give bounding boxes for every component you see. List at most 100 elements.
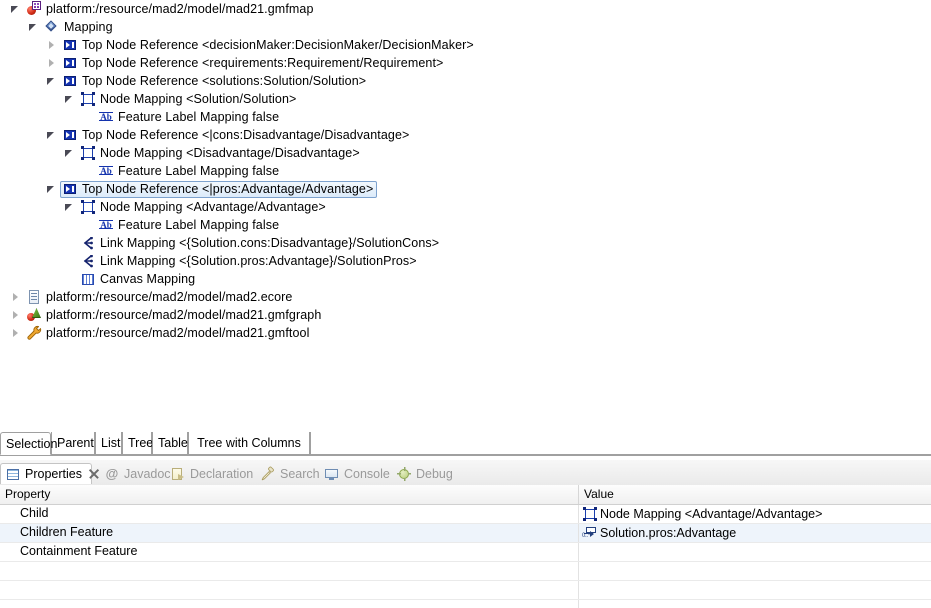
- canvas-mapping-icon: [80, 271, 96, 287]
- top-node-reference-icon: [62, 73, 78, 89]
- tree-item[interactable]: Link Mapping <{Solution.pros:Advantage}/…: [0, 252, 931, 270]
- tree-item-content[interactable]: Canvas Mapping: [78, 271, 199, 288]
- properties-tab-bar[interactable]: Properties @ Javadoc Declaration Search Conso…: [0, 460, 931, 486]
- tree-item-content[interactable]: Link Mapping <{Solution.cons:Disadvantag…: [78, 235, 443, 252]
- view-tab-bar[interactable]: Selection Parent List Tree Table Tree with Co…: [0, 432, 931, 456]
- property-value-cell[interactable]: [579, 562, 931, 580]
- tree-expand-toggle[interactable]: [62, 90, 78, 108]
- tree-expand-toggle[interactable]: [44, 36, 60, 54]
- tree-item-content[interactable]: platform:/resource/mad2/model/mad21.gmfm…: [24, 1, 318, 18]
- console-icon: [324, 466, 340, 482]
- properties-table[interactable]: Property Value Child Node Mapping <Advant…: [0, 485, 931, 608]
- view-tab-table[interactable]: Table: [152, 432, 188, 455]
- tree-item-content[interactable]: Top Node Reference <decisionMaker:Decisi…: [60, 37, 478, 54]
- node-mapping-icon: [582, 506, 598, 522]
- tree-item-content[interactable]: Node Mapping <Solution/Solution>: [78, 91, 300, 108]
- tree-item[interactable]: Ab Feature Label Mapping false: [0, 162, 931, 180]
- tree-expand-toggle[interactable]: [8, 0, 24, 18]
- property-value-text: Solution.pros:Advantage: [600, 525, 737, 540]
- tree-item-label: Link Mapping <{Solution.cons:Disadvantag…: [100, 236, 440, 250]
- tree-item[interactable]: Link Mapping <{Solution.cons:Disadvantag…: [0, 234, 931, 252]
- tree-item-content[interactable]: platform:/resource/mad2/model/mad21.gmfg…: [24, 307, 325, 324]
- properties-tab-label: Javadoc: [124, 466, 171, 481]
- model-tree-view[interactable]: platform:/resource/mad2/model/mad21.gmfm…: [0, 0, 931, 430]
- table-row[interactable]: Containment Feature: [0, 543, 931, 562]
- properties-tab-properties[interactable]: Properties: [0, 463, 92, 484]
- property-value-cell[interactable]: [579, 581, 931, 599]
- tree-item-content[interactable]: platform:/resource/mad2/model/mad21.gmft…: [24, 325, 313, 342]
- tree-item[interactable]: platform:/resource/mad2/model/mad21.gmfg…: [0, 306, 931, 324]
- tree-item-label: platform:/resource/mad2/model/mad21.gmfm…: [46, 2, 314, 16]
- tree-item-label: Top Node Reference <requirements:Require…: [82, 56, 444, 70]
- table-row[interactable]: [0, 581, 931, 600]
- tree-item[interactable]: Canvas Mapping: [0, 270, 931, 288]
- tree-item[interactable]: platform:/resource/mad2/model/mad2.ecore: [0, 288, 931, 306]
- tree-item-content[interactable]: platform:/resource/mad2/model/mad2.ecore: [24, 289, 296, 306]
- column-header-property[interactable]: Property: [0, 485, 579, 504]
- tree-item[interactable]: platform:/resource/mad2/model/mad21.gmfm…: [0, 0, 931, 18]
- declaration-icon: [170, 466, 186, 482]
- view-tab-list[interactable]: List: [95, 432, 122, 455]
- properties-tab-console[interactable]: Console: [320, 463, 396, 484]
- tree-expand-toggle[interactable]: [62, 198, 78, 216]
- tree-expand-toggle[interactable]: [44, 126, 60, 144]
- properties-tab-declaration[interactable]: Declaration: [166, 463, 262, 484]
- tree-item-content[interactable]: Mapping: [42, 19, 117, 36]
- tree-item[interactable]: platform:/resource/mad2/model/mad21.gmft…: [0, 324, 931, 342]
- property-value-cell[interactable]: 0..* Solution.pros:Advantage: [579, 524, 931, 542]
- tree-item-content[interactable]: Top Node Reference <requirements:Require…: [60, 55, 447, 72]
- tab-bar-divider: [0, 455, 931, 456]
- table-row[interactable]: Child Node Mapping <Advantage/Advantage>: [0, 505, 931, 524]
- view-tab-label: Parent: [57, 436, 94, 450]
- tree-item[interactable]: Top Node Reference <decisionMaker:Decisi…: [0, 36, 931, 54]
- tree-item[interactable]: Ab Feature Label Mapping false: [0, 108, 931, 126]
- property-name-cell: [0, 581, 579, 599]
- tree-item[interactable]: Node Mapping <Solution/Solution>: [0, 90, 931, 108]
- tree-item-content[interactable]: Ab Feature Label Mapping false: [96, 109, 283, 126]
- tree-item-content[interactable]: Node Mapping <Advantage/Advantage>: [78, 199, 330, 216]
- tree-item-content[interactable]: Top Node Reference <solutions:Solution/S…: [60, 73, 370, 90]
- property-name-cell: [0, 600, 579, 608]
- tree-twisty-spacer: [80, 108, 96, 126]
- tree-item[interactable]: Top Node Reference <|pros:Advantage/Adva…: [0, 180, 931, 198]
- property-value-cell[interactable]: [579, 600, 931, 608]
- tree-expand-toggle[interactable]: [26, 18, 42, 36]
- properties-tab-search[interactable]: Search: [256, 463, 324, 484]
- tree-expand-toggle[interactable]: [62, 144, 78, 162]
- close-icon[interactable]: [88, 468, 100, 480]
- tree-item-content[interactable]: Top Node Reference <|pros:Advantage/Adva…: [60, 180, 378, 198]
- view-tab-parent[interactable]: Parent: [51, 432, 95, 455]
- tree-item-content[interactable]: Top Node Reference <|cons:Disadvantage/D…: [60, 127, 413, 144]
- tree-item[interactable]: Mapping: [0, 18, 931, 36]
- view-tab-selection[interactable]: Selection: [0, 432, 57, 455]
- tree-item-content[interactable]: Ab Feature Label Mapping false: [96, 163, 283, 180]
- tree-item[interactable]: Top Node Reference <solutions:Solution/S…: [0, 72, 931, 90]
- tree-expand-toggle[interactable]: [44, 72, 60, 90]
- tree-item[interactable]: Node Mapping <Advantage/Advantage>: [0, 198, 931, 216]
- table-row[interactable]: Children Feature 0..* Solution.pros:Advant…: [0, 524, 931, 543]
- tree-item[interactable]: Top Node Reference <|cons:Disadvantage/D…: [0, 126, 931, 144]
- property-value-cell[interactable]: Node Mapping <Advantage/Advantage>: [579, 505, 931, 523]
- tree-expand-toggle[interactable]: [8, 288, 24, 306]
- column-header-value[interactable]: Value: [579, 485, 931, 504]
- properties-tab-label: Console: [344, 466, 390, 481]
- table-row[interactable]: [0, 562, 931, 581]
- properties-tab-javadoc[interactable]: @ Javadoc: [100, 463, 176, 484]
- tree-item-content[interactable]: Link Mapping <{Solution.pros:Advantage}/…: [78, 253, 421, 270]
- properties-view: Properties @ Javadoc Declaration Search Conso…: [0, 460, 931, 608]
- properties-tab-debug[interactable]: Debug: [392, 463, 458, 484]
- table-row[interactable]: [0, 600, 931, 608]
- tree-expand-toggle[interactable]: [8, 324, 24, 342]
- tree-item[interactable]: Ab Feature Label Mapping false: [0, 216, 931, 234]
- tree-expand-toggle[interactable]: [44, 180, 60, 198]
- properties-tab-label: Search: [280, 466, 320, 481]
- tree-expand-toggle[interactable]: [44, 54, 60, 72]
- view-tab-tree[interactable]: Tree: [122, 432, 153, 455]
- tree-expand-toggle[interactable]: [8, 306, 24, 324]
- tree-item[interactable]: Node Mapping <Disadvantage/Disadvantage>: [0, 144, 931, 162]
- view-tab-tree-with-columns[interactable]: Tree with Columns: [188, 432, 310, 455]
- property-value-cell[interactable]: [579, 543, 931, 561]
- tree-item[interactable]: Top Node Reference <requirements:Require…: [0, 54, 931, 72]
- tree-item-content[interactable]: Ab Feature Label Mapping false: [96, 217, 283, 234]
- tree-item-content[interactable]: Node Mapping <Disadvantage/Disadvantage>: [78, 145, 364, 162]
